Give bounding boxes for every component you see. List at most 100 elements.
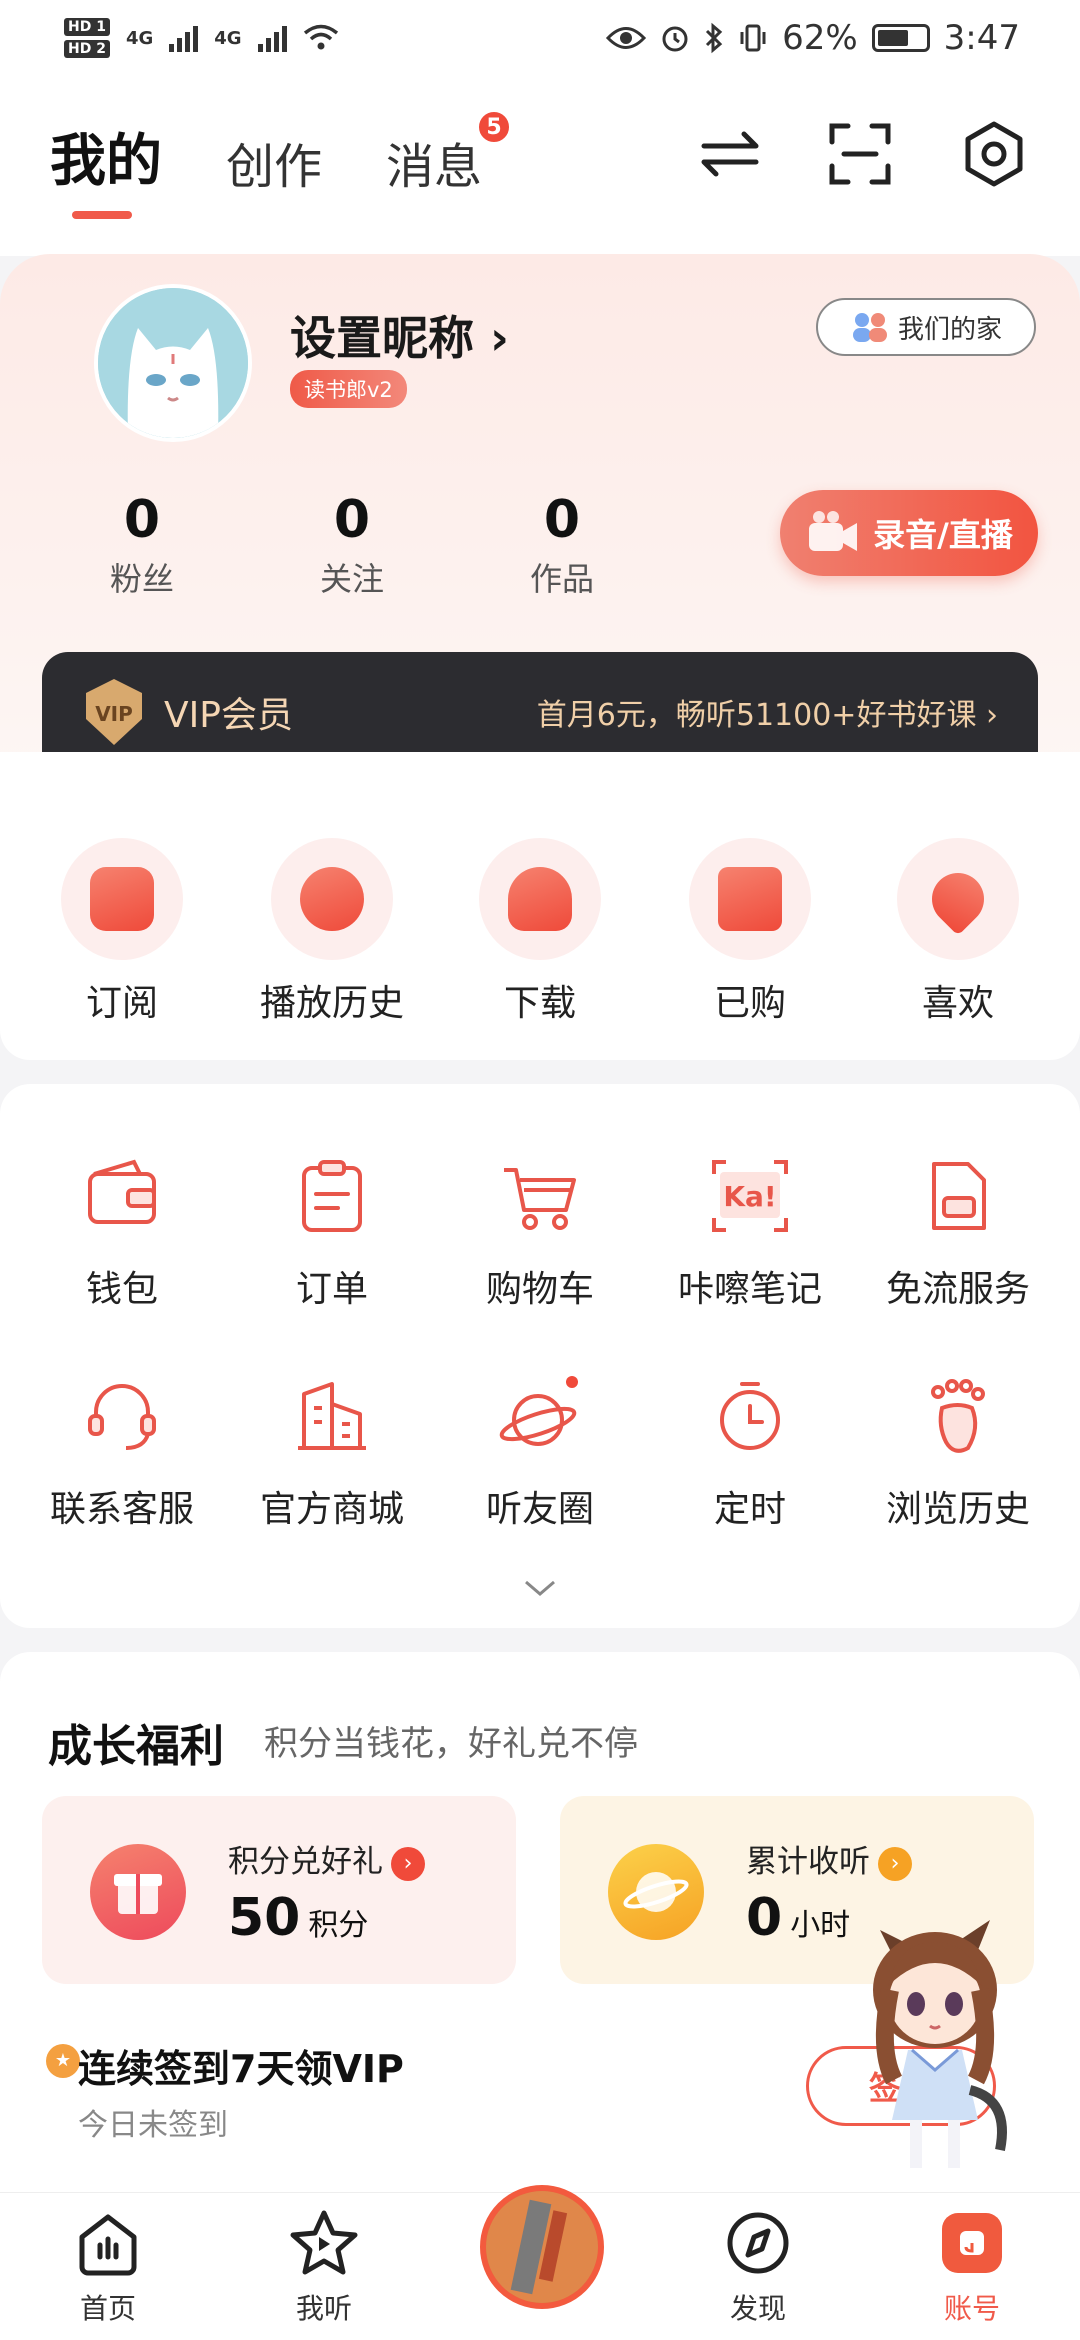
bottom-tab-bar: 首页 我听 发现 账号 <box>0 2185 1080 2340</box>
clock-icon <box>271 838 393 960</box>
nickname-button[interactable]: 设置昵称 › <box>290 302 509 368</box>
vip-promo-text: 首月6元，畅听51100+好书好课 <box>536 698 977 733</box>
quick-purchased[interactable]: 已购 <box>650 838 850 1026</box>
bottom-tab-account[interactable]: 账号 <box>902 2207 1042 2327</box>
service-wallet[interactable]: 钱包 <box>22 1154 222 1312</box>
service-support-label: 联系客服 <box>49 1489 194 1530</box>
vip-promo: 首月6元，畅听51100+好书好课 › <box>537 690 998 734</box>
service-support[interactable]: 联系客服 <box>22 1374 222 1532</box>
order-clipboard-icon <box>302 1160 362 1232</box>
service-official-store[interactable]: 官方商城 <box>232 1374 432 1532</box>
hd1-label: HD 1 <box>64 18 110 36</box>
video-camera-icon <box>809 511 858 551</box>
hd2-label: HD 2 <box>64 40 110 58</box>
bottom-tab-account-label: 账号 <box>943 2292 1000 2325</box>
record-live-button[interactable]: 录音/直播 <box>780 490 1038 576</box>
points-card-label-row: 积分兑好礼 › <box>228 1836 425 1881</box>
growth-title: 成长福利 <box>48 1721 224 1772</box>
wallet-icon <box>88 1159 156 1224</box>
expand-chevron-icon[interactable] <box>522 1578 558 1598</box>
mascot-girl-icon[interactable] <box>850 1890 1020 2190</box>
settings-icon[interactable] <box>958 118 1030 190</box>
stat-following-value: 0 <box>333 490 371 550</box>
quick-download-label: 下载 <box>503 983 576 1024</box>
service-listener-circle-label: 听友圈 <box>485 1489 594 1530</box>
points-value: 50 <box>228 1888 301 1948</box>
quick-liked[interactable]: 喜欢 <box>858 838 1058 1026</box>
our-family-button[interactable]: 我们的家 <box>816 298 1036 356</box>
vibrate-icon <box>740 24 766 52</box>
tab-mine[interactable]: 我的 <box>50 116 162 219</box>
heart-icon <box>897 838 1019 960</box>
scan-icon[interactable] <box>824 118 896 190</box>
services-panel: 钱包 订单 购物车 Ka! 咔嚓笔记 免流服务 联系客服 官方商城 听友圈 定时… <box>0 1084 1080 1628</box>
top-tabs: 我的 创作 消息 5 <box>50 109 513 219</box>
listen-card-value-row: 0 小时 <box>746 1888 850 1948</box>
service-orders[interactable]: 订单 <box>232 1154 432 1312</box>
vip-shield-icon: VIP <box>86 679 142 745</box>
quick-download[interactable]: 下载 <box>440 838 640 1026</box>
sign-in-status: 今日未签到 <box>78 2108 228 2143</box>
quick-liked-label: 喜欢 <box>921 983 994 1024</box>
cart-icon <box>504 1168 576 1230</box>
points-card[interactable]: 积分兑好礼 › 50 积分 <box>42 1796 516 1984</box>
clock-time: 3:47 <box>943 18 1020 58</box>
level-badge: 读书郎v2 <box>290 370 407 408</box>
quick-subscribe[interactable]: 订阅 <box>22 838 222 1026</box>
stat-fans[interactable]: 0 粉丝 <box>62 490 222 600</box>
album-cover-icon <box>486 2191 598 2303</box>
quick-subscribe-label: 订阅 <box>85 983 158 1024</box>
nickname-label: 设置昵称 <box>290 311 474 365</box>
service-cart[interactable]: 购物车 <box>440 1154 640 1312</box>
tab-messages[interactable]: 消息 5 <box>386 109 513 197</box>
top-header: 我的 创作 消息 5 <box>0 76 1080 256</box>
service-browse-history-label: 浏览历史 <box>885 1489 1030 1530</box>
bottom-tab-home[interactable]: 首页 <box>38 2207 178 2327</box>
stat-works-value: 0 <box>543 490 581 550</box>
status-bar: HD 1 HD 2 4G 4G 62% 3:47 <box>0 0 1080 76</box>
record-live-label: 录音/直播 <box>873 516 1013 554</box>
stat-following-label: 关注 <box>319 560 384 598</box>
family-icon <box>852 313 887 342</box>
switch-account-icon[interactable] <box>694 118 766 190</box>
quick-play-history[interactable]: 播放历史 <box>232 838 432 1026</box>
compass-icon <box>727 2212 789 2274</box>
service-ka-notes-label: 咔嚓笔记 <box>677 1269 822 1310</box>
battery-percent: 62% <box>782 18 858 58</box>
tab-create[interactable]: 创作 <box>226 127 322 197</box>
vip-title: VIP会员 <box>164 695 293 736</box>
building-icon <box>298 1382 366 1450</box>
service-cart-label: 购物车 <box>485 1269 594 1310</box>
message-count-badge: 5 <box>476 109 513 145</box>
service-free-data[interactable]: 免流服务 <box>858 1154 1058 1312</box>
profile-card: 设置昵称 › 读书郎v2 我们的家 0 粉丝 0 关注 0 作品 录音/直播 V… <box>0 254 1080 774</box>
service-listener-circle[interactable]: 听友圈 <box>440 1374 640 1532</box>
service-browse-history[interactable]: 浏览历史 <box>858 1374 1058 1532</box>
ka-note-icon: Ka! <box>712 1160 788 1232</box>
listen-value: 0 <box>746 1888 783 1948</box>
bottom-tab-my-listen-label: 我听 <box>295 2292 352 2325</box>
avatar[interactable] <box>94 284 252 442</box>
ka-note-icon-text: Ka! <box>723 1180 776 1213</box>
service-official-store-label: 官方商城 <box>259 1489 404 1530</box>
bottom-tab-my-listen[interactable]: 我听 <box>254 2207 394 2327</box>
quick-purchased-label: 已购 <box>713 983 786 1024</box>
status-left: HD 1 HD 2 4G 4G <box>64 18 339 58</box>
service-timer[interactable]: 定时 <box>650 1374 850 1532</box>
gift-icon <box>90 1844 186 1940</box>
status-right: 62% 3:47 <box>606 18 1020 58</box>
stat-works-label: 作品 <box>529 560 594 598</box>
stat-following[interactable]: 0 关注 <box>272 490 432 600</box>
footprint-icon <box>931 1379 985 1453</box>
bluetooth-icon <box>706 22 723 54</box>
bottom-tab-discover[interactable]: 发现 <box>688 2207 828 2327</box>
vip-badge-text: VIP <box>95 702 133 726</box>
service-ka-notes[interactable]: Ka! 咔嚓笔记 <box>650 1154 850 1312</box>
now-playing-disc[interactable] <box>480 2185 604 2309</box>
sign-in-title: 连续签到7天领VIP <box>78 2047 404 2091</box>
star-play-icon <box>290 2210 358 2275</box>
bottom-tab-home-label: 首页 <box>79 2292 136 2325</box>
stat-works[interactable]: 0 作品 <box>482 490 642 600</box>
account-icon <box>942 2213 1002 2273</box>
signal2-icon <box>257 24 287 52</box>
